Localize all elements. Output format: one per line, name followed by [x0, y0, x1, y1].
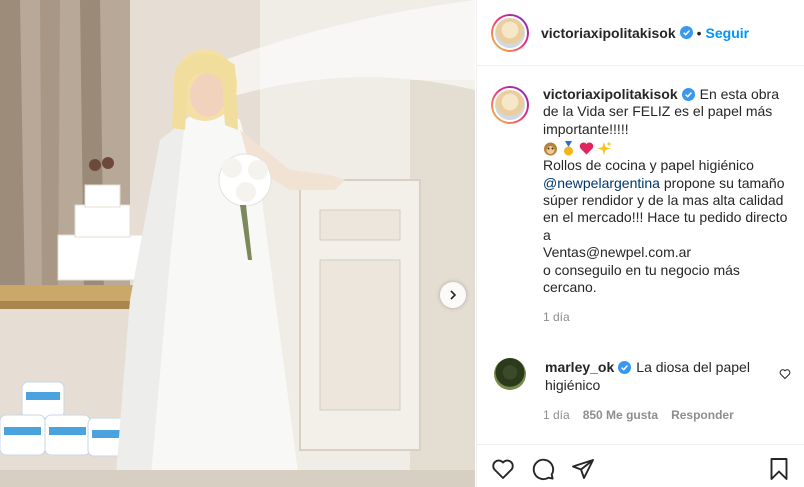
save-bookmark-icon[interactable] [767, 457, 791, 481]
caption-username[interactable]: victoriaxipolitakisok [543, 86, 678, 102]
comment-time[interactable]: 1 día [543, 408, 570, 422]
medal-icon [561, 141, 576, 156]
caption-line1: Rollos de cocina y papel higiénico [543, 157, 754, 174]
caption-last-line: o conseguilo en tu negocio más cercano. [543, 261, 740, 296]
post-actions [477, 444, 804, 487]
commenter-username[interactable]: marley_ok [545, 359, 614, 375]
header-separator: • [696, 24, 702, 41]
next-image-button[interactable] [440, 282, 466, 308]
caption-text: victoriaxipolitakisok En esta obra de la… [543, 86, 791, 296]
post-photo[interactable] [0, 0, 475, 487]
sparkles-icon [597, 141, 612, 156]
post-header: victoriaxipolitakisok • Seguir [477, 0, 804, 66]
chevron-right-icon [450, 290, 457, 300]
verified-badge-icon [681, 88, 695, 101]
like-comment-heart-icon[interactable] [779, 368, 791, 380]
commenter-avatar[interactable] [494, 358, 526, 390]
follow-button[interactable]: Seguir [706, 25, 750, 41]
caption-emojis [543, 140, 791, 157]
comment-icon[interactable] [531, 457, 555, 481]
red-heart-icon [579, 141, 594, 156]
bride-photo-illustration [0, 0, 475, 487]
post-caption: victoriaxipolitakisok En esta obra de la… [491, 86, 791, 324]
caption-body: @newpelargentina propone su tamaño súper… [543, 175, 791, 245]
reply-button[interactable]: Responder [671, 408, 734, 422]
caption-mention[interactable]: @newpelargentina [543, 175, 660, 191]
comment-item: marley_ok La diosa del papel higiénico 1… [491, 358, 791, 422]
verified-badge-icon [679, 26, 693, 39]
heart-icon[interactable] [491, 457, 515, 481]
author-avatar[interactable] [491, 13, 529, 52]
comment-meta: 1 día 850 Me gusta Responder [543, 408, 791, 422]
verified-badge-icon [618, 361, 632, 374]
monkey-face-icon [543, 141, 558, 156]
comment-text: marley_ok La diosa del papel higiénico [545, 358, 755, 394]
post-panel: victoriaxipolitakisok • Seguir victoriax… [476, 0, 804, 487]
caption-email: Ventas@newpel.com.ar [543, 244, 692, 261]
share-icon[interactable] [571, 457, 595, 481]
comment-likes[interactable]: 850 Me gusta [583, 408, 658, 422]
caption-avatar[interactable] [491, 86, 529, 124]
caption-time[interactable]: 1 día [543, 310, 791, 324]
author-username[interactable]: victoriaxipolitakisok [541, 25, 676, 41]
